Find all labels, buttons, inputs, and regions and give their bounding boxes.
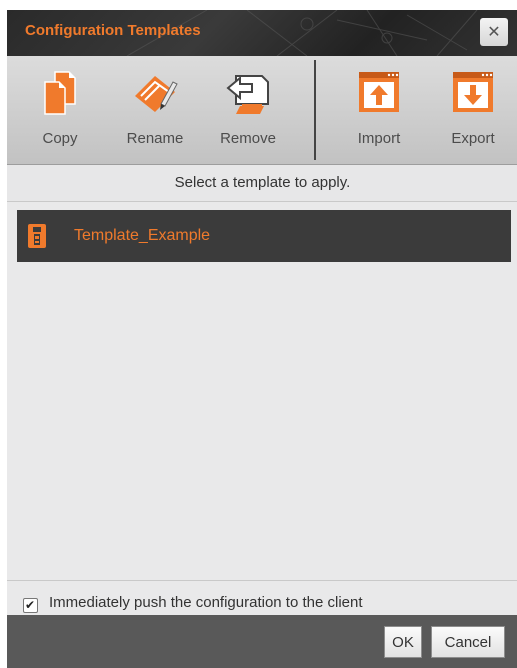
export-icon — [453, 72, 493, 112]
push-config-checkbox[interactable]: ✔ — [23, 598, 38, 613]
rename-label: Rename — [126, 130, 184, 147]
remove-icon — [226, 75, 269, 114]
remove-button[interactable]: Remove — [213, 56, 283, 164]
toolbar: Copy Rename Remove Import Export — [7, 56, 517, 165]
ok-button[interactable]: OK — [384, 626, 422, 658]
remove-label: Remove — [220, 130, 276, 147]
close-button[interactable]: ✕ — [480, 18, 508, 46]
toolbar-separator — [314, 60, 316, 160]
push-config-option: ✔ Immediately push the configuration to … — [7, 580, 517, 617]
title-bar[interactable]: Configuration Templates ✕ — [7, 10, 517, 56]
rename-icon — [135, 76, 178, 112]
import-label: Import — [357, 130, 401, 147]
export-button[interactable]: Export — [438, 56, 508, 164]
copy-label: Copy — [42, 130, 78, 147]
template-file-icon — [28, 224, 46, 248]
close-icon: ✕ — [487, 24, 501, 41]
copy-button[interactable]: Copy — [25, 56, 95, 164]
template-item-label: Template_Example — [74, 227, 211, 244]
template-item-template-example[interactable]: Template_Example — [17, 210, 511, 262]
checkmark-icon: ✔ — [25, 598, 36, 612]
instruction-text: Select a template to apply. — [7, 165, 517, 202]
dialog-footer: OK Cancel — [7, 615, 517, 668]
copy-icon — [44, 71, 76, 115]
import-icon — [359, 72, 399, 112]
rename-button[interactable]: Rename — [120, 56, 190, 164]
configuration-templates-dialog: Configuration Templates ✕ Copy Rename Re… — [7, 10, 517, 668]
import-button[interactable]: Import — [344, 56, 414, 164]
template-list[interactable]: Template_Example — [7, 202, 517, 580]
cancel-button[interactable]: Cancel — [431, 626, 505, 658]
export-label: Export — [451, 130, 495, 147]
dialog-title: Configuration Templates — [25, 22, 201, 39]
push-config-label[interactable]: Immediately push the configuration to th… — [49, 594, 363, 611]
